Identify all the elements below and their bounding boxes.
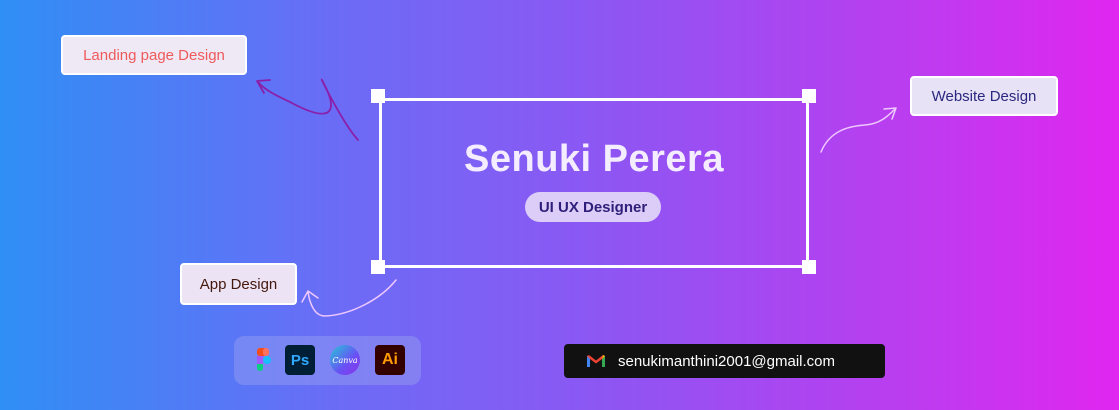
frame-handle-top-right xyxy=(802,89,816,103)
frame-handle-bottom-right xyxy=(802,260,816,274)
illustrator-icon: Ai xyxy=(375,345,405,375)
email-address[interactable]: senukimanthini2001@gmail.com xyxy=(618,353,835,370)
website-arrow-icon xyxy=(820,108,896,153)
name-frame xyxy=(379,98,809,268)
gmail-icon xyxy=(587,355,605,367)
frame-handle-bottom-left xyxy=(371,260,385,274)
role-badge: UI UX Designer xyxy=(525,192,661,222)
designer-name: Senuki Perera xyxy=(464,138,724,180)
photoshop-icon: Ps xyxy=(285,345,315,375)
landing-arrow-icon xyxy=(257,78,359,141)
app-arrow-icon xyxy=(307,279,397,317)
figma-icon xyxy=(257,348,271,371)
email-contact: senukimanthini2001@gmail.com xyxy=(564,344,885,378)
frame-handle-top-left xyxy=(371,89,385,103)
canva-icon: Canva xyxy=(330,345,360,375)
tools-bar: Ps Canva Ai xyxy=(234,336,421,385)
